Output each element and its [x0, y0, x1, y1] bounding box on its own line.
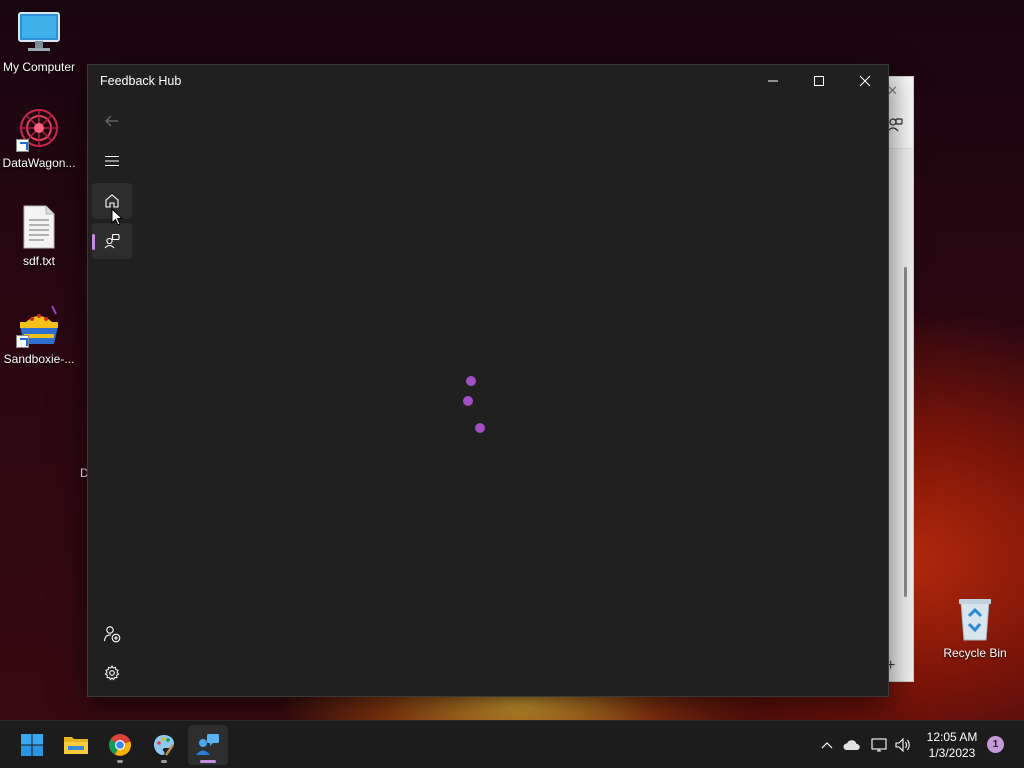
tray-onedrive[interactable]: [840, 721, 862, 768]
cloud-icon: [843, 740, 860, 750]
running-indicator: [161, 760, 167, 763]
window-title: Feedback Hub: [100, 74, 182, 88]
chevron-up-icon: [821, 742, 833, 749]
feedback-hub-window: Feedback Hub: [87, 64, 889, 697]
close-button[interactable]: [842, 65, 888, 97]
taskbar-paint[interactable]: [144, 725, 184, 765]
desktop-icon-label: Sandboxie-...: [3, 352, 75, 366]
recycle-bin-icon: [952, 596, 998, 642]
tray-overflow-button[interactable]: [816, 721, 838, 768]
desktop-icon-sandboxie[interactable]: Sandboxie-...: [0, 302, 78, 366]
taskbar: 12:05 AM 1/3/2023: [0, 720, 1024, 768]
desktop-icon-label: My Computer: [2, 60, 76, 74]
taskbar-clock[interactable]: 12:05 AM 1/3/2023: [920, 729, 984, 761]
datawagon-icon: [16, 106, 62, 152]
feedback-icon: [887, 117, 903, 138]
menu-button[interactable]: [92, 143, 132, 179]
desktop-icon-label: sdf.txt: [22, 254, 55, 268]
desktop-icon-my-computer[interactable]: My Computer: [0, 10, 78, 74]
notification-badge[interactable]: 1: [987, 736, 1004, 753]
network-icon: [871, 738, 887, 752]
maximize-button[interactable]: [796, 65, 842, 97]
start-button[interactable]: [12, 725, 52, 765]
shortcut-arrow-icon: [16, 139, 29, 152]
active-indicator: [200, 760, 216, 763]
desktop-icon-datawagon[interactable]: DataWagon...: [0, 106, 78, 170]
feedback-icon: [104, 233, 120, 249]
minimize-button[interactable]: [750, 65, 796, 97]
taskbar-file-explorer[interactable]: [56, 725, 96, 765]
gear-icon: [104, 665, 120, 681]
feedback-hub-icon: [196, 734, 219, 755]
add-account-button[interactable]: [92, 616, 132, 652]
mouse-cursor-icon: [111, 208, 124, 226]
settings-button[interactable]: [92, 655, 132, 691]
desktop-icon-label: DataWagon...: [2, 156, 76, 170]
back-button[interactable]: [92, 103, 132, 139]
speaker-icon: [895, 737, 910, 753]
loading-dot: [466, 376, 476, 386]
sandboxie-icon: [16, 302, 62, 348]
minimize-icon: [768, 80, 778, 82]
paint-icon: [154, 735, 175, 756]
close-icon: [859, 75, 871, 87]
selection-indicator: [92, 234, 95, 250]
loading-dot: [463, 396, 473, 406]
taskbar-chrome[interactable]: [100, 725, 140, 765]
loading-dot: [475, 423, 485, 433]
back-arrow-icon: [105, 115, 118, 127]
home-icon: [105, 194, 119, 208]
hamburger-menu-icon: [105, 155, 119, 167]
chrome-icon: [109, 734, 131, 756]
running-indicator: [117, 760, 123, 763]
desktop-icon-label: Recycle Bin: [943, 646, 1007, 660]
text-file-icon: [16, 204, 62, 250]
add-account-icon: [103, 626, 121, 643]
windows-logo-icon: [21, 734, 43, 756]
nav-feedback[interactable]: [92, 223, 132, 259]
tray-network[interactable]: [868, 721, 890, 768]
maximize-icon: [814, 76, 824, 86]
clock-date: 1/3/2023: [928, 746, 976, 760]
taskbar-feedback-hub[interactable]: [188, 725, 228, 765]
desktop-icon-sdf-txt[interactable]: sdf.txt: [0, 204, 78, 268]
desktop-icon-recycle-bin[interactable]: Recycle Bin: [936, 596, 1014, 660]
scrollbar[interactable]: [904, 267, 907, 597]
clock-time: 12:05 AM: [926, 730, 978, 744]
folder-icon: [64, 737, 88, 754]
monitor-icon: [16, 10, 62, 56]
tray-volume[interactable]: [892, 721, 914, 768]
shortcut-arrow-icon: [16, 335, 29, 348]
